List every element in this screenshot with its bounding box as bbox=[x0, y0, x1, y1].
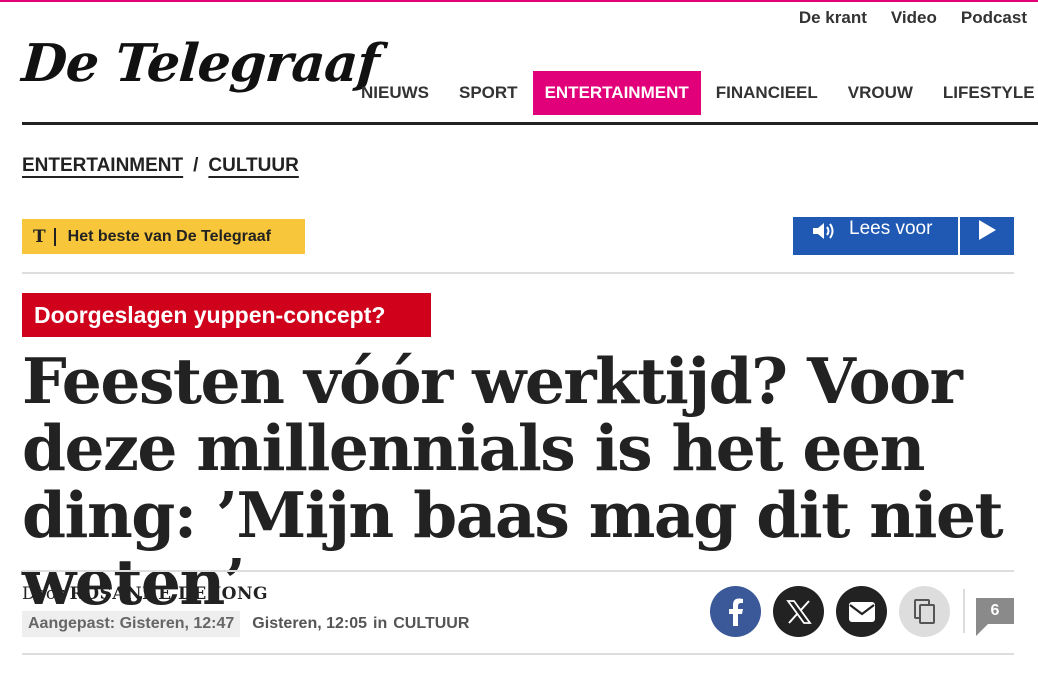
comment-bubble-icon bbox=[976, 624, 988, 636]
article-headline: Feesten vóór werktijd? Voor deze millenn… bbox=[22, 344, 1004, 619]
share-separator bbox=[963, 589, 965, 633]
nav-item-sport[interactable]: SPORT bbox=[444, 71, 533, 115]
byline: Door ROSANNE DE JONG bbox=[22, 584, 268, 604]
nav-item-lifestyle[interactable]: LIFESTYLE bbox=[928, 71, 1038, 115]
top-accent-line bbox=[0, 0, 1038, 2]
in-label: in bbox=[373, 615, 388, 632]
telegraaf-t-icon: T bbox=[33, 226, 46, 247]
comments-count: 6 bbox=[976, 598, 1014, 624]
share-mail-button[interactable] bbox=[836, 586, 887, 637]
article-kicker: Doorgeslagen yuppen-concept? bbox=[22, 293, 431, 337]
breadcrumb: ENTERTAINMENT / CULTUUR bbox=[22, 155, 299, 177]
lees-voor-button[interactable]: Lees voor bbox=[793, 217, 958, 255]
byline-prefix: Door bbox=[22, 584, 65, 604]
best-of-badge[interactable]: T Het beste van De Telegraaf bbox=[22, 219, 305, 254]
play-icon bbox=[977, 219, 997, 255]
article-dates: Aangepast: Gisteren, 12:47 Gisteren, 12:… bbox=[22, 611, 469, 637]
badge-divider bbox=[53, 227, 56, 246]
divider bbox=[22, 570, 1014, 572]
copy-link-button[interactable] bbox=[899, 586, 950, 637]
best-of-label: Het beste van De Telegraaf bbox=[67, 227, 271, 245]
nav-divider bbox=[22, 122, 1038, 125]
divider bbox=[22, 653, 1014, 655]
facebook-icon bbox=[728, 598, 743, 626]
share-x-button[interactable] bbox=[773, 586, 824, 637]
nav-item-financieel[interactable]: FINANCIEEL bbox=[701, 71, 833, 115]
author-name[interactable]: ROSANNE DE JONG bbox=[70, 584, 268, 604]
nav-item-nieuws[interactable]: NIEUWS bbox=[346, 71, 444, 115]
nav-item-entertainment[interactable]: ENTERTAINMENT bbox=[532, 71, 701, 115]
nav-item-vrouw[interactable]: VROUW bbox=[833, 71, 928, 115]
x-icon bbox=[785, 599, 812, 624]
breadcrumb-separator: / bbox=[193, 155, 199, 176]
comments-button[interactable]: 6 bbox=[976, 598, 1014, 636]
published-timestamp: Gisteren, 12:05 bbox=[252, 615, 368, 632]
main-nav: NIEUWS SPORT ENTERTAINMENT FINANCIEEL VR… bbox=[346, 71, 1038, 115]
util-link-de-krant[interactable]: De krant bbox=[799, 8, 867, 28]
share-buttons bbox=[710, 586, 950, 637]
divider bbox=[22, 272, 1014, 274]
article-section[interactable]: CULTUUR bbox=[393, 615, 469, 633]
site-logo[interactable]: De Telegraaf bbox=[20, 33, 381, 94]
breadcrumb-section[interactable]: ENTERTAINMENT bbox=[22, 155, 183, 177]
lees-voor-label: Lees voor bbox=[849, 218, 933, 239]
speaker-icon bbox=[811, 220, 837, 247]
util-link-podcast[interactable]: Podcast bbox=[961, 8, 1027, 28]
breadcrumb-subsection[interactable]: CULTUUR bbox=[208, 155, 298, 177]
share-facebook-button[interactable] bbox=[710, 586, 761, 637]
updated-timestamp: Aangepast: Gisteren, 12:47 bbox=[22, 611, 241, 637]
util-link-video[interactable]: Video bbox=[891, 8, 937, 28]
utility-nav: De krant Video Podcast bbox=[799, 8, 1027, 28]
play-button[interactable] bbox=[960, 217, 1014, 255]
mail-icon bbox=[848, 601, 875, 622]
copy-icon bbox=[913, 598, 935, 624]
